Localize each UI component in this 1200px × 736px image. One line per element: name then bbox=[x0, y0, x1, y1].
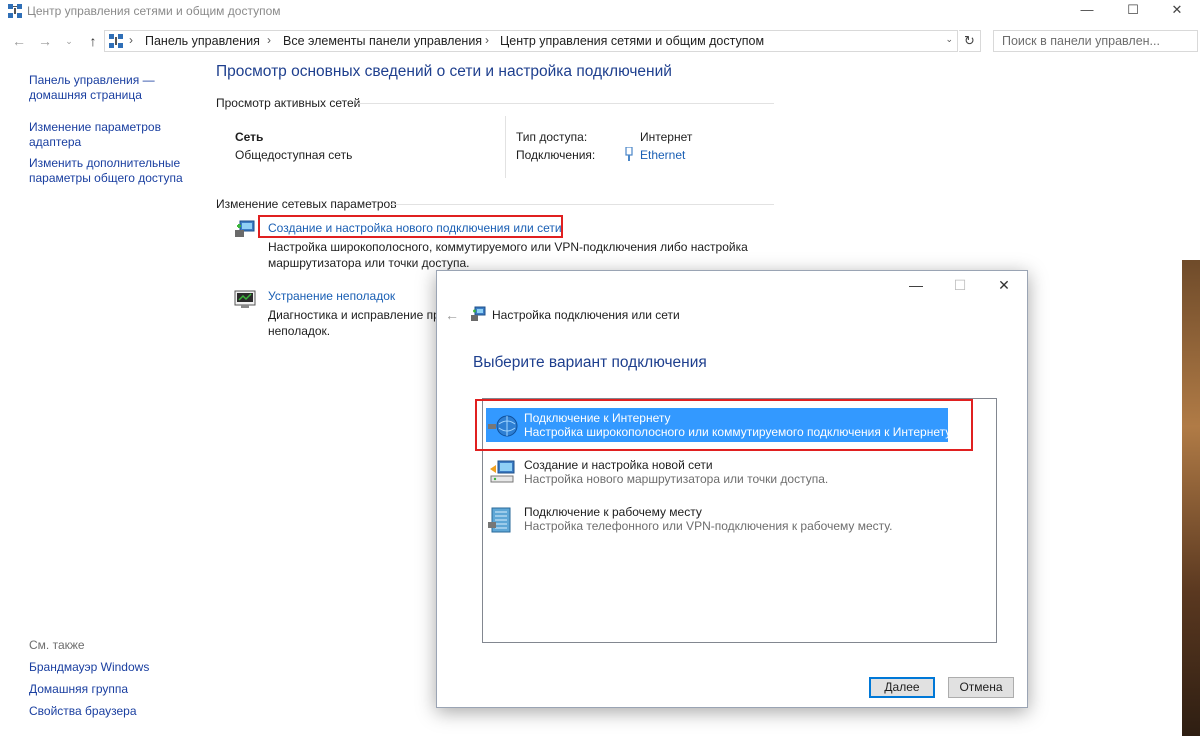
sidebar-link-browser-properties[interactable]: Свойства браузера bbox=[29, 704, 137, 719]
ethernet-icon bbox=[625, 147, 633, 161]
control-panel-icon bbox=[109, 34, 123, 48]
setup-connection-dialog: — ☐ ✕ ← Настройка подключения или сети В… bbox=[436, 270, 1028, 708]
sidebar-link-homegroup[interactable]: Домашняя группа bbox=[29, 682, 128, 697]
back-arrow-icon[interactable]: ← bbox=[10, 32, 28, 50]
ethernet-connection-link[interactable]: Ethernet bbox=[640, 148, 685, 162]
window-title: Центр управления сетями и общим доступом bbox=[27, 4, 281, 18]
connections-label: Подключения: bbox=[516, 148, 596, 162]
network-type-link[interactable]: Общедоступная сеть bbox=[235, 148, 352, 162]
option-description: Настройка телефонного или VPN-подключени… bbox=[524, 519, 893, 533]
next-button[interactable]: Далее bbox=[869, 677, 935, 698]
chevron-down-icon[interactable]: ⌄ bbox=[945, 34, 953, 45]
search-input[interactable]: Поиск в панели управлен... bbox=[993, 30, 1198, 52]
active-networks-header: Просмотр активных сетей bbox=[216, 96, 361, 110]
breadcrumb-separator-icon: › bbox=[267, 33, 271, 47]
recent-locations-icon[interactable]: ⌄ bbox=[60, 32, 78, 50]
task-description-line: маршрутизатора или точки доступа. bbox=[268, 256, 470, 270]
page-title: Просмотр основных сведений о сети и наст… bbox=[216, 63, 672, 80]
router-icon bbox=[490, 460, 515, 483]
sidebar-link-home[interactable]: Панель управления — домашняя страница bbox=[29, 73, 159, 103]
minimize-button[interactable]: — bbox=[1064, 0, 1110, 22]
left-pane: Панель управления — домашняя страница Из… bbox=[0, 56, 200, 736]
troubleshoot-icon bbox=[234, 290, 256, 308]
breadcrumb-network-center[interactable]: Центр управления сетями и общим доступом bbox=[500, 34, 764, 48]
option-workplace[interactable]: Подключение к рабочему месту Настройка т… bbox=[486, 502, 948, 536]
workplace-icon bbox=[488, 507, 511, 533]
sidebar-link-firewall[interactable]: Брандмауэр Windows bbox=[29, 660, 149, 675]
address-row: ← → ⌄ ↑ › Панель управления › Все элемен… bbox=[0, 28, 1200, 56]
task-description-line: Настройка широкополосного, коммутируемог… bbox=[268, 240, 748, 254]
up-arrow-icon[interactable]: ↑ bbox=[84, 32, 102, 50]
option-new-network[interactable]: Создание и настройка новой сети Настройк… bbox=[486, 455, 948, 489]
breadcrumb-all-items[interactable]: Все элементы панели управления bbox=[283, 34, 482, 48]
access-type-label: Тип доступа: bbox=[516, 130, 588, 144]
highlight-box bbox=[475, 399, 973, 451]
access-type-value: Интернет bbox=[640, 130, 693, 144]
maximize-button[interactable]: ☐ bbox=[1110, 0, 1156, 22]
sidebar-link-sharing-settings[interactable]: Изменить дополнительные параметры общего… bbox=[29, 156, 189, 186]
dialog-heading: Выберите вариант подключения bbox=[473, 354, 707, 371]
desktop-wallpaper-edge bbox=[1182, 260, 1200, 736]
breadcrumb-separator-icon: › bbox=[129, 33, 133, 47]
breadcrumb-separator-icon: › bbox=[485, 33, 489, 47]
refresh-button[interactable]: ↻ bbox=[959, 30, 981, 52]
network-center-icon bbox=[8, 4, 22, 18]
divider bbox=[390, 204, 774, 205]
option-description: Настройка нового маршрутизатора или точк… bbox=[524, 472, 829, 486]
breadcrumb-control-panel[interactable]: Панель управления bbox=[145, 34, 260, 48]
task-description: Настройка широкополосного, коммутируемог… bbox=[268, 239, 748, 271]
change-settings-header: Изменение сетевых параметров bbox=[216, 197, 397, 211]
sidebar-link-adapter-settings[interactable]: Изменение параметров адаптера bbox=[29, 120, 169, 150]
title-bar: Центр управления сетями и общим доступом… bbox=[0, 0, 1200, 22]
option-title: Подключение к рабочему месту bbox=[524, 505, 702, 519]
forward-arrow-icon[interactable]: → bbox=[36, 32, 54, 50]
dialog-close-button[interactable]: ✕ bbox=[989, 277, 1019, 295]
divider bbox=[358, 103, 774, 104]
network-setup-icon bbox=[471, 306, 486, 321]
new-connection-icon bbox=[235, 220, 255, 237]
option-title: Создание и настройка новой сети bbox=[524, 458, 713, 472]
see-also-label: См. также bbox=[29, 638, 85, 652]
dialog-title: Настройка подключения или сети bbox=[492, 308, 680, 322]
close-button[interactable]: ✕ bbox=[1154, 0, 1200, 22]
address-bar[interactable]: › Панель управления › Все элементы панел… bbox=[104, 30, 958, 52]
dialog-minimize-button[interactable]: — bbox=[901, 277, 931, 295]
troubleshoot-link[interactable]: Устранение неполадок bbox=[268, 289, 395, 303]
back-arrow-icon[interactable]: ← bbox=[445, 307, 459, 323]
dialog-maximize-button: ☐ bbox=[953, 277, 967, 293]
cancel-button[interactable]: Отмена bbox=[948, 677, 1014, 698]
highlight-box bbox=[258, 215, 563, 238]
network-name: Сеть bbox=[235, 130, 264, 144]
divider bbox=[505, 116, 506, 178]
